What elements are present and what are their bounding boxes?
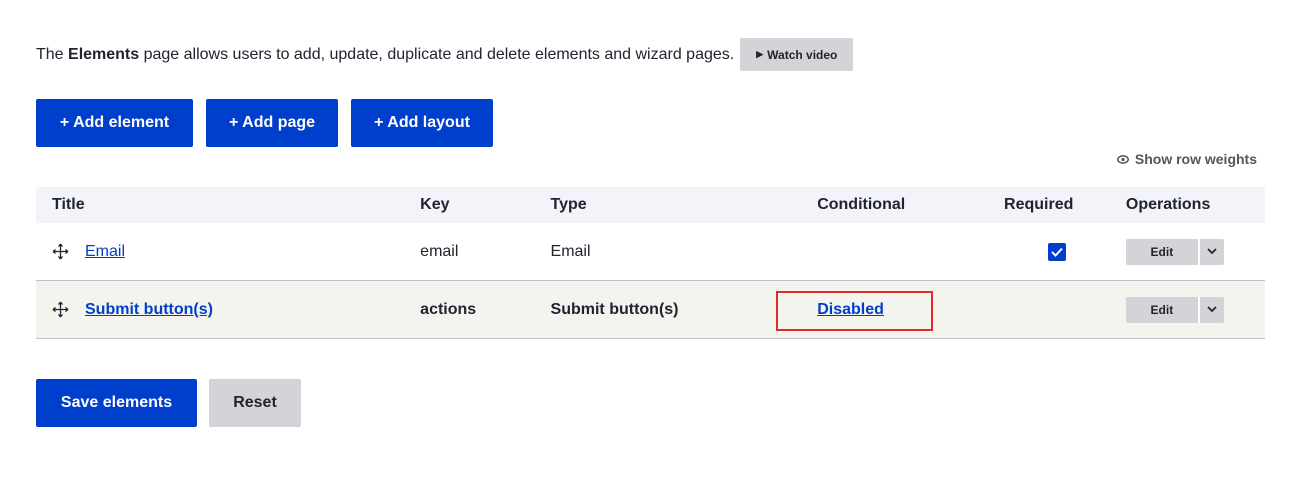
element-type: Email	[550, 223, 818, 281]
table-header-row: Title Key Type Conditional Required Oper…	[36, 187, 1265, 223]
show-row-weights-toggle[interactable]: Show row weights	[1116, 151, 1257, 167]
intro-suffix: page allows users to add, update, duplic…	[139, 45, 735, 63]
element-key: email	[420, 223, 551, 281]
edit-button[interactable]: Edit	[1125, 238, 1198, 265]
save-elements-button[interactable]: Save elements	[36, 379, 197, 427]
required-checkbox[interactable]	[1048, 242, 1067, 261]
intro-prefix: The	[36, 45, 69, 63]
elements-table: Title Key Type Conditional Required Oper…	[36, 187, 1265, 339]
header-title: Title	[36, 187, 421, 223]
dropdown-toggle-button[interactable]	[1197, 238, 1224, 265]
table-row: Submit button(s) actions Submit button(s…	[36, 280, 1265, 339]
element-type: Submit button(s)	[550, 280, 818, 339]
header-key: Key	[420, 187, 551, 223]
add-layout-button[interactable]: + Add layout	[351, 99, 493, 147]
header-operations: Operations	[1125, 187, 1265, 223]
play-icon: ▶	[756, 49, 764, 59]
show-row-weights-label: Show row weights	[1134, 151, 1257, 167]
chevron-down-icon	[1207, 248, 1217, 255]
add-element-button[interactable]: + Add element	[36, 99, 193, 147]
edit-button[interactable]: Edit	[1125, 296, 1198, 323]
header-type: Type	[550, 187, 818, 223]
table-row: Email email Email Edit	[36, 223, 1265, 281]
watch-video-button[interactable]: ▶ Watch video	[740, 38, 854, 71]
element-title-link[interactable]: Email	[85, 243, 125, 261]
operations-dropbutton: Edit	[1125, 238, 1224, 265]
intro-text: The Elements page allows users to add, u…	[36, 38, 854, 71]
add-page-button[interactable]: + Add page	[206, 99, 338, 147]
drag-handle-icon[interactable]	[52, 243, 69, 260]
operations-dropbutton: Edit	[1125, 296, 1224, 323]
drag-handle-icon[interactable]	[52, 301, 69, 318]
header-required: Required	[1004, 187, 1126, 223]
conditional-disabled-link[interactable]: Disabled	[817, 301, 884, 318]
required-empty	[1004, 280, 1126, 339]
intro-bold: Elements	[68, 45, 140, 63]
header-conditional: Conditional	[817, 187, 1005, 223]
dropdown-toggle-button[interactable]	[1197, 296, 1224, 323]
reset-button[interactable]: Reset	[209, 379, 301, 427]
element-title-link[interactable]: Submit button(s)	[85, 301, 213, 319]
watch-video-label: Watch video	[767, 47, 838, 62]
chevron-down-icon	[1207, 306, 1217, 313]
eye-icon	[1116, 154, 1129, 164]
element-conditional	[817, 223, 1005, 281]
element-key: actions	[420, 280, 551, 339]
